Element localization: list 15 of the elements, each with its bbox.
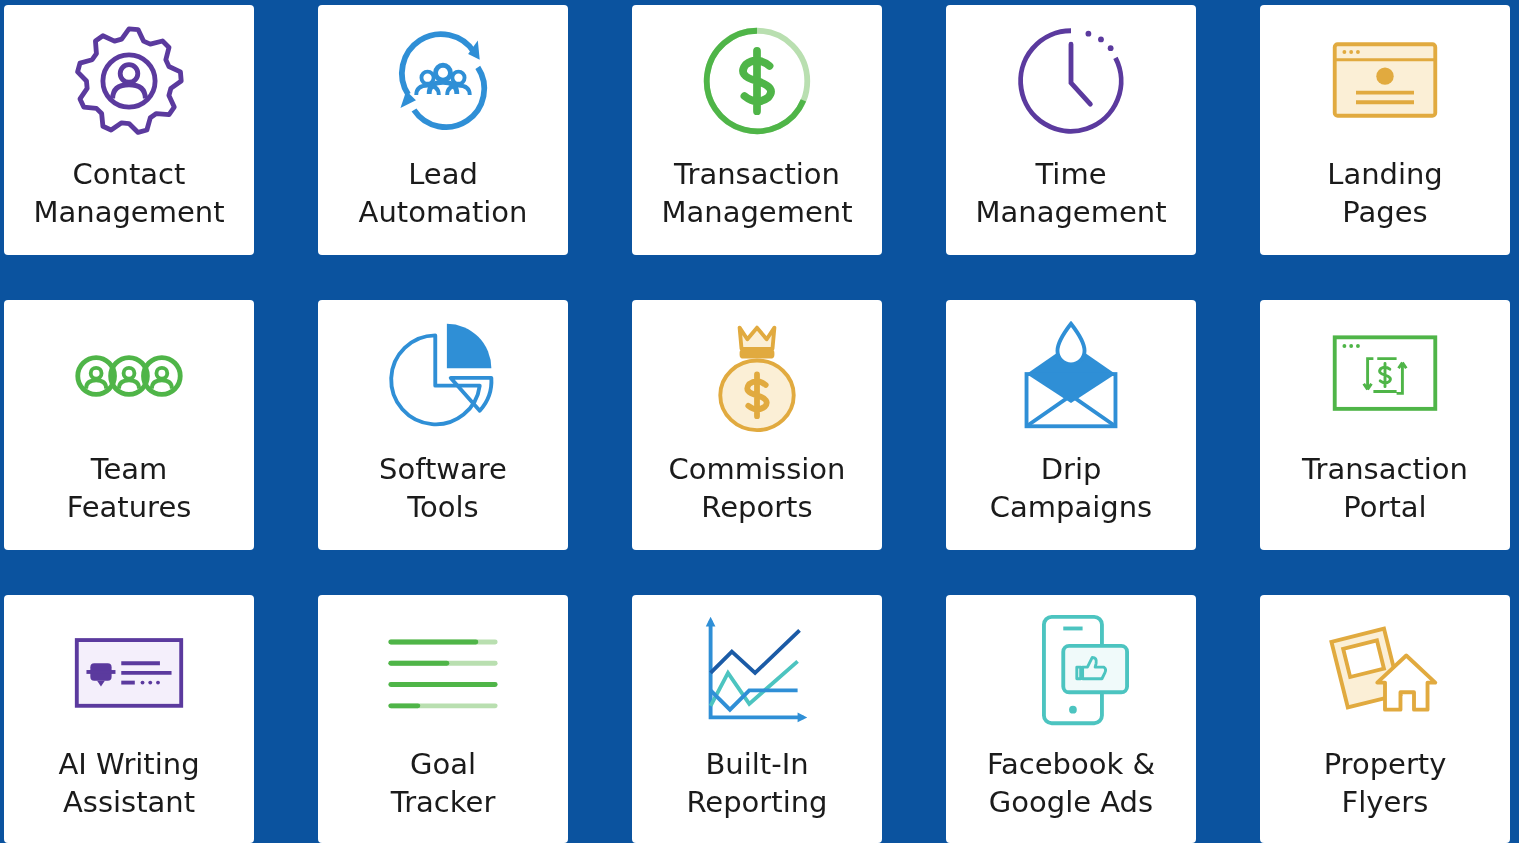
feature-label: AI Writing Assistant	[58, 746, 200, 821]
feature-label: Transaction Portal	[1302, 451, 1468, 526]
feature-label: Contact Management	[33, 156, 225, 231]
feature-label: Lead Automation	[358, 156, 528, 231]
feature-label: Commission Reports	[668, 451, 846, 526]
feature-label: Built-In Reporting	[686, 746, 828, 821]
feature-label: Drip Campaigns	[989, 451, 1153, 526]
feature-label: Goal Tracker	[390, 746, 496, 821]
feature-label: Landing Pages	[1327, 156, 1443, 231]
feature-label: Transaction Management	[661, 156, 853, 231]
feature-label: Time Management	[975, 156, 1167, 231]
feature-label: Team Features	[66, 451, 192, 526]
feature-label: Facebook & Google Ads	[986, 746, 1156, 821]
feature-label: Property Flyers	[1323, 746, 1447, 821]
feature-label: Software Tools	[379, 451, 507, 526]
